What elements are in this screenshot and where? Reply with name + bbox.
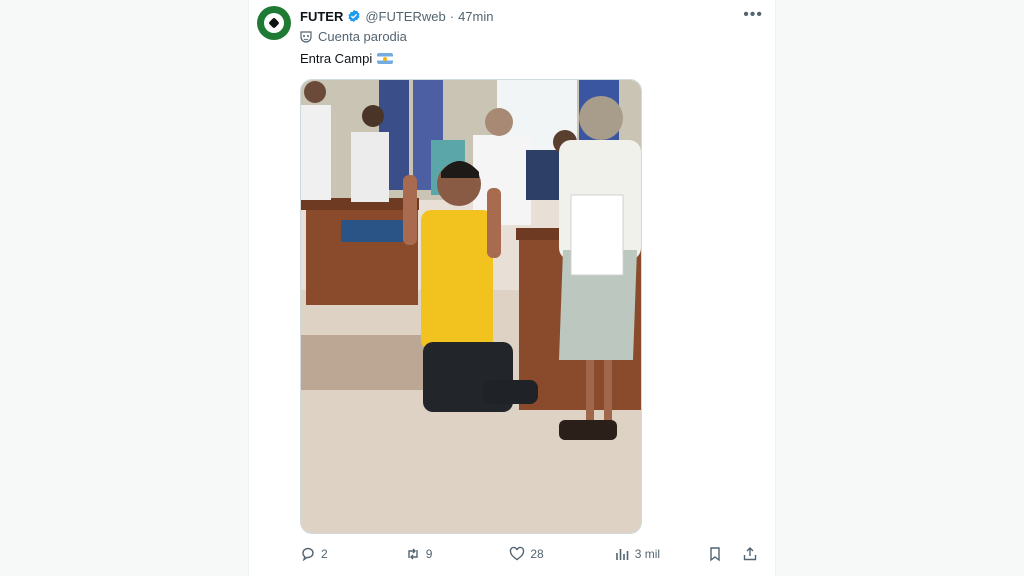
separator: · [449,8,455,24]
tweet-text: Entra Campi [300,51,394,66]
church-photo [301,80,641,533]
share-button[interactable] [742,546,763,562]
parody-text: Cuenta parodia [318,29,407,44]
bookmark-icon [710,547,720,562]
tweet-card[interactable]: FUTER @FUTERweb · 47min ••• Cuenta parod… [248,0,776,576]
repost-count: 9 [425,547,433,561]
more-options-icon[interactable]: ••• [743,6,763,24]
avatar[interactable] [257,6,291,40]
tweet-header: FUTER @FUTERweb · 47min [300,7,765,25]
timestamp[interactable]: 47min [458,9,493,24]
like-button[interactable]: 28 [509,546,544,562]
repost-icon [407,548,418,560]
argentina-flag-icon [377,53,394,64]
share-icon [743,547,757,561]
views-chart-icon [615,549,629,560]
parody-label: Cuenta parodia [300,29,407,44]
reply-count: 2 [321,547,328,561]
tweet-photo[interactable] [300,79,642,534]
tweet-text-content: Entra Campi [300,51,373,66]
parody-mask-icon [300,30,312,43]
reply-icon [302,547,314,562]
repost-button[interactable]: 9 [405,546,433,562]
reply-button[interactable]: 2 [300,546,328,562]
like-count: 28 [530,547,544,561]
handle[interactable]: @FUTERweb [365,9,445,24]
views-button[interactable]: 3 mil [614,546,660,562]
heart-icon [510,546,525,561]
views-count: 3 mil [634,547,661,561]
display-name[interactable]: FUTER [300,9,343,24]
soccer-ball-icon [264,13,284,33]
verified-badge-icon [348,9,360,23]
bookmark-button[interactable] [707,546,728,562]
action-bar: 2 9 28 3 mil [300,544,763,564]
